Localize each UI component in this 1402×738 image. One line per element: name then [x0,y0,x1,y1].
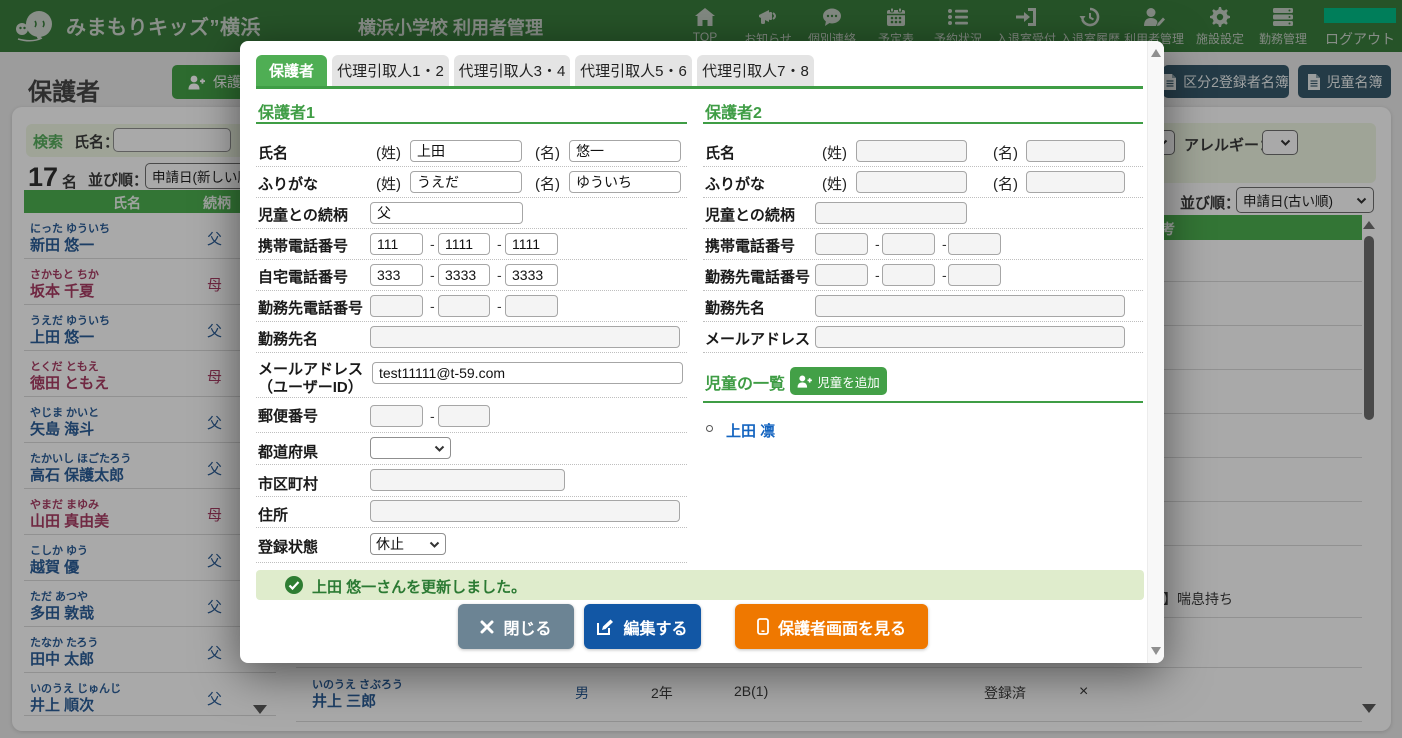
g1-home-3-input[interactable]: 3333 [505,264,558,286]
scroll-down-icon[interactable] [1151,647,1161,655]
children-list-heading: 児童の一覧 [705,370,785,394]
g1-sei-kana-input[interactable]: うえだ [410,171,522,193]
g2-mei-kana-input[interactable] [1026,171,1125,193]
g1-mei-input[interactable]: 悠一 [569,140,681,162]
g1-sei-input[interactable]: 上田 [410,140,522,162]
g1-prefecture-select[interactable] [370,437,451,459]
modal-scrollbar[interactable] [1147,41,1164,663]
g1-work-2-input[interactable] [438,295,490,317]
add-child-button[interactable]: 児童を追加 [790,367,887,395]
g2-mobile-1-input[interactable] [815,233,868,255]
g1-zip-2-input[interactable] [438,405,490,427]
g2-mobile-3-input[interactable] [948,233,1001,255]
g1-mobile-2-input[interactable]: 1111 [438,233,490,255]
g2-sei-input[interactable] [856,140,967,162]
g2-work-2-input[interactable] [882,264,935,286]
scroll-up-icon[interactable] [1151,49,1161,57]
tab-proxy-1-2[interactable]: 代理引取人1・2 [332,55,449,86]
chevron-down-icon [434,445,445,452]
g2-work-1-input[interactable] [815,264,868,286]
g2-sei-kana-input[interactable] [856,171,967,193]
edit-icon [597,619,614,635]
close-button[interactable]: 閉じる [458,604,574,649]
tab-proxy-5-6[interactable]: 代理引取人5・6 [575,55,692,86]
g2-mei-input[interactable] [1026,140,1125,162]
g1-mobile-3-input[interactable]: 1111 [505,233,558,255]
child-item-link[interactable]: 上田 凛 [726,420,775,441]
g1-home-2-input[interactable]: 3333 [438,264,490,286]
tab-proxy-3-4[interactable]: 代理引取人3・4 [454,55,570,86]
edit-button[interactable]: 編集する [584,604,701,649]
list-bullet-icon [706,425,713,432]
screen: みまもりキッズ”横浜 横浜小学校 利用者管理 TOP お知らせ 個別連絡 予定表… [0,0,1402,738]
g1-mei-kana-input[interactable]: ゆういち [569,171,681,193]
tab-guardian[interactable]: 保護者 [256,55,327,86]
g1-zip-1-input[interactable] [370,405,423,427]
g2-mobile-2-input[interactable] [882,233,935,255]
success-message: 上田 悠一さんを更新しました。 [312,576,526,597]
view-guardian-screen-button[interactable]: 保護者画面を見る [735,604,928,649]
g1-relation-input[interactable]: 父 [370,202,523,224]
g2-email-input[interactable] [815,326,1125,348]
g1-home-1-input[interactable]: 333 [370,264,423,286]
g1-work-3-input[interactable] [505,295,558,317]
g1-mobile-1-input[interactable]: 111 [370,233,423,255]
g1-status-select[interactable]: 休止 [370,533,446,555]
g2-work-3-input[interactable] [948,264,1001,286]
close-icon [480,620,494,634]
g2-relation-input[interactable] [815,202,967,224]
check-circle-icon [285,576,303,594]
g1-work-1-input[interactable] [370,295,423,317]
g2-workname-input[interactable] [815,295,1125,317]
mobile-icon [757,618,769,635]
g1-city-input[interactable] [370,469,565,491]
tab-underline [256,86,1143,89]
tab-proxy-7-8[interactable]: 代理引取人7・8 [697,55,814,86]
guardian-detail-modal: 保護者 代理引取人1・2 代理引取人3・4 代理引取人5・6 代理引取人7・8 … [240,41,1164,663]
user-plus-icon [797,375,812,388]
guardian1-heading: 保護者1 [258,99,315,123]
g1-address-input[interactable] [370,500,680,522]
g1-email-input[interactable]: test11111@t-59.com [372,362,683,384]
chevron-down-icon [429,541,440,548]
g1-workname-input[interactable] [370,326,680,348]
guardian2-heading: 保護者2 [705,99,762,123]
